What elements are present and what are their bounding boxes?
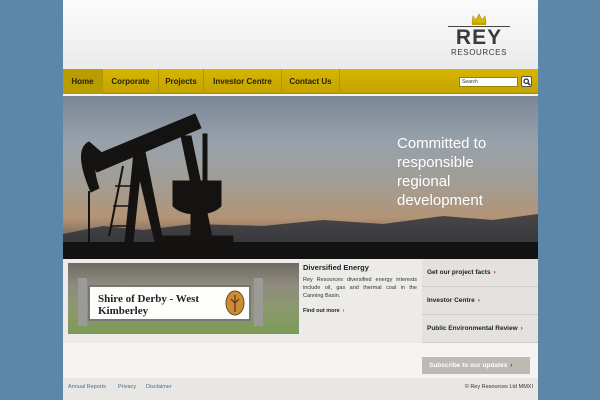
find-out-more-link[interactable]: Find out more › (303, 308, 417, 314)
site-logo[interactable]: REY RESOURCES (448, 13, 510, 61)
hero-line-4: development (397, 192, 483, 209)
side-link-project-facts[interactable]: Get our project facts › (422, 259, 538, 287)
chevron-right-icon: › (493, 269, 496, 276)
nav-item-projects[interactable]: Projects (159, 69, 204, 94)
footer-link-annual-reports[interactable]: Annual Reports (68, 384, 106, 390)
feature-photo[interactable]: Shire of Derby - West Kimberley (68, 263, 299, 334)
nav-item-corporate[interactable]: Corporate (103, 69, 159, 94)
feature-description: Rey Resources diversified energy interes… (303, 277, 417, 299)
subscribe-button[interactable]: Subscribe to our updates › (422, 357, 530, 374)
crown-icon (471, 13, 487, 25)
logo-subtitle: RESOURCES (450, 48, 508, 57)
hero-line-2: responsible (397, 154, 474, 171)
logo-name: REY (455, 26, 503, 49)
search-input[interactable]: Search (459, 77, 518, 87)
hero-line-3: regional (397, 173, 451, 190)
sign-post-left (78, 278, 87, 326)
find-out-more-label: Find out more (303, 308, 340, 314)
copyright-text: © Rey Resources Ltd MMXI (464, 384, 533, 390)
nav-item-investor-centre[interactable]: Investor Centre (204, 69, 282, 94)
shire-emblem-icon (225, 290, 245, 316)
side-link-label: Investor Centre (427, 297, 475, 304)
shire-sign: Shire of Derby - West Kimberley (88, 285, 251, 321)
hero-line-1: Committed to (397, 135, 487, 152)
hero-headline: Committed to responsible regional develo… (397, 134, 527, 210)
search-icon (523, 78, 531, 86)
site-header: REY RESOURCES (63, 0, 538, 69)
feature-section: Shire of Derby - West Kimberley Diversif… (63, 259, 538, 343)
chevron-right-icon: › (520, 325, 523, 332)
side-link-investor-centre[interactable]: Investor Centre › (422, 287, 538, 315)
site-footer: Annual Reports Privacy Disclaimer © Rey … (63, 378, 538, 400)
footer-link-privacy[interactable]: Privacy (118, 384, 136, 390)
chevron-right-icon: › (477, 297, 480, 304)
page-container: REY RESOURCES Home Corporate Projects In… (63, 0, 538, 400)
hero-banner: Committed to responsible regional develo… (63, 96, 538, 259)
feature-title: Diversified Energy (303, 263, 369, 272)
chevron-right-icon: › (510, 362, 513, 369)
feature-text: Diversified Energy Rey Resources diversi… (303, 263, 417, 314)
footer-link-disclaimer[interactable]: Disclaimer (146, 384, 172, 390)
chevron-right-icon: › (342, 308, 345, 314)
subscribe-label: Subscribe to our updates (429, 362, 508, 369)
side-link-label: Get our project facts (427, 269, 491, 276)
nav-item-contact-us[interactable]: Contact Us (282, 69, 340, 94)
search-button[interactable] (521, 76, 532, 87)
side-link-environmental-review[interactable]: Public Environmental Review › (422, 315, 538, 343)
sign-post-right (254, 278, 263, 326)
nav-item-home[interactable]: Home (63, 69, 103, 94)
side-links: Get our project facts › Investor Centre › … (422, 259, 538, 343)
side-link-label: Public Environmental Review (427, 325, 518, 332)
